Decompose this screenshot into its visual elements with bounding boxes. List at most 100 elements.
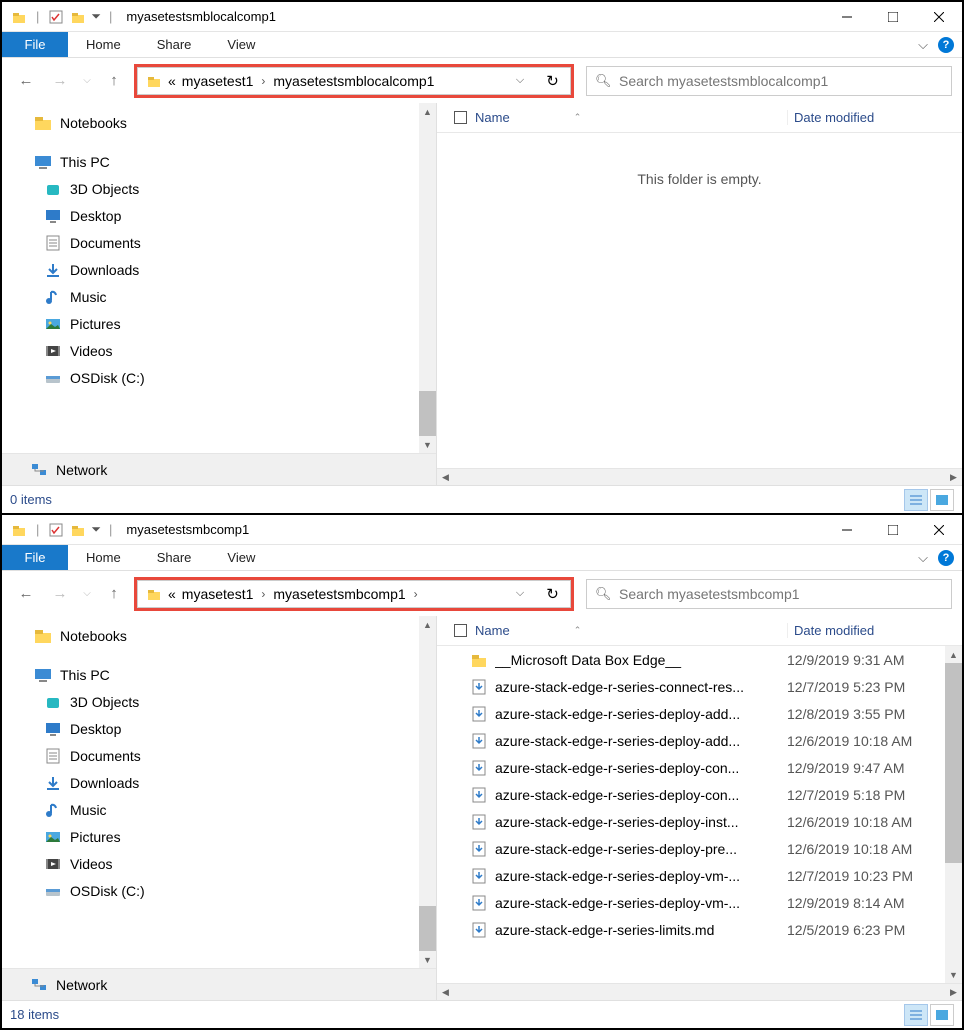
file-tab[interactable]: File: [2, 545, 68, 570]
sidebar-item-network[interactable]: Network: [2, 453, 436, 485]
sidebar-item-documents[interactable]: Documents: [2, 229, 436, 256]
file-row[interactable]: azure-stack-edge-r-series-deploy-con...1…: [437, 781, 962, 808]
breadcrumb-part[interactable]: myasetest1: [182, 586, 254, 602]
ribbon-expand-icon[interactable]: ⌵: [914, 546, 932, 570]
scroll-left-icon[interactable]: ◀: [437, 472, 454, 483]
sidebar-item-music[interactable]: Music: [2, 796, 436, 823]
content-hscrollbar[interactable]: ◀ ▶: [437, 983, 962, 1000]
breadcrumb-part[interactable]: myasetest1: [182, 73, 254, 89]
chevron-right-icon[interactable]: ›: [259, 74, 267, 88]
file-row[interactable]: azure-stack-edge-r-series-deploy-add...1…: [437, 700, 962, 727]
sidebar-item-network[interactable]: Network: [2, 968, 436, 1000]
file-row[interactable]: azure-stack-edge-r-series-deploy-vm-...1…: [437, 862, 962, 889]
scroll-right-icon[interactable]: ▶: [945, 987, 962, 998]
breadcrumb-part[interactable]: myasetestsmblocalcomp1: [273, 73, 434, 89]
back-button[interactable]: ←: [12, 580, 40, 608]
sidebar-item-desktop[interactable]: Desktop: [2, 715, 436, 742]
minimize-button[interactable]: [824, 515, 870, 545]
sidebar-item-downloads[interactable]: Downloads: [2, 256, 436, 283]
properties-icon[interactable]: [47, 521, 65, 539]
column-date[interactable]: Date modified: [787, 623, 962, 638]
sidebar-scrollbar[interactable]: ▲ ▼: [419, 616, 436, 968]
file-row[interactable]: azure-stack-edge-r-series-deploy-vm-...1…: [437, 889, 962, 916]
sidebar-item-documents[interactable]: Documents: [2, 742, 436, 769]
address-bar[interactable]: « myasetest1 › myasetestsmbcomp1 › ⌵ ↻: [134, 577, 574, 611]
content-hscrollbar[interactable]: ◀ ▶: [437, 468, 962, 485]
file-row[interactable]: azure-stack-edge-r-series-deploy-add...1…: [437, 727, 962, 754]
sidebar-scrollbar[interactable]: ▲ ▼: [419, 103, 436, 453]
search-input[interactable]: [619, 73, 943, 89]
close-button[interactable]: [916, 515, 962, 545]
file-row[interactable]: azure-stack-edge-r-series-deploy-inst...…: [437, 808, 962, 835]
scroll-up-icon[interactable]: ▲: [419, 616, 436, 633]
qat-dropdown-icon[interactable]: ⏷: [91, 9, 101, 24]
sidebar-item-pictures[interactable]: Pictures: [2, 310, 436, 337]
select-all-checkbox[interactable]: [449, 111, 471, 124]
breadcrumb-prefix[interactable]: «: [168, 586, 176, 602]
address-history-button[interactable]: ⌵: [505, 580, 535, 608]
scroll-right-icon[interactable]: ▶: [945, 472, 962, 483]
back-button[interactable]: ←: [12, 67, 40, 95]
recent-locations-button[interactable]: ⌵: [80, 67, 94, 95]
tab-view[interactable]: View: [209, 32, 273, 57]
sidebar-item-notebooks[interactable]: Notebooks: [2, 622, 436, 649]
forward-button[interactable]: →: [46, 67, 74, 95]
address-bar[interactable]: « myasetest1 › myasetestsmblocalcomp1 ⌵ …: [134, 64, 574, 98]
file-row[interactable]: azure-stack-edge-r-series-connect-res...…: [437, 673, 962, 700]
scroll-left-icon[interactable]: ◀: [437, 987, 454, 998]
sidebar-item-videos[interactable]: Videos: [2, 850, 436, 877]
folder-icon[interactable]: [69, 8, 87, 26]
tab-share[interactable]: Share: [139, 545, 210, 570]
refresh-button[interactable]: ↻: [535, 580, 571, 608]
column-date[interactable]: Date modified: [787, 110, 962, 125]
scroll-up-icon[interactable]: ▲: [419, 103, 436, 120]
sidebar-item-music[interactable]: Music: [2, 283, 436, 310]
column-name[interactable]: Name⌃: [471, 623, 787, 638]
scroll-down-icon[interactable]: ▼: [945, 966, 962, 983]
sidebar-item-osdisk[interactable]: OSDisk (C:): [2, 877, 436, 904]
help-icon[interactable]: ?: [938, 550, 954, 566]
file-tab[interactable]: File: [2, 32, 68, 57]
chevron-right-icon[interactable]: ›: [412, 587, 420, 601]
ribbon-expand-icon[interactable]: ⌵: [914, 33, 932, 57]
help-icon[interactable]: ?: [938, 37, 954, 53]
search-box[interactable]: 🔍︎: [586, 579, 952, 609]
sidebar-item-osdisk[interactable]: OSDisk (C:): [2, 364, 436, 391]
scroll-thumb[interactable]: [419, 906, 436, 951]
maximize-button[interactable]: [870, 2, 916, 32]
sidebar-item-3d-objects[interactable]: 3D Objects: [2, 175, 436, 202]
sidebar-item-notebooks[interactable]: Notebooks: [2, 109, 436, 136]
chevron-right-icon[interactable]: ›: [259, 587, 267, 601]
scroll-down-icon[interactable]: ▼: [419, 951, 436, 968]
thumbnails-view-button[interactable]: [930, 1004, 954, 1026]
file-row[interactable]: azure-stack-edge-r-series-limits.md12/5/…: [437, 916, 962, 943]
refresh-button[interactable]: ↻: [535, 67, 571, 95]
scroll-thumb[interactable]: [945, 663, 962, 863]
qat-dropdown-icon[interactable]: ⏷: [91, 522, 101, 537]
select-all-checkbox[interactable]: [449, 624, 471, 637]
scroll-down-icon[interactable]: ▼: [419, 436, 436, 453]
tab-view[interactable]: View: [209, 545, 273, 570]
file-list[interactable]: __Microsoft Data Box Edge__12/9/2019 9:3…: [437, 646, 962, 983]
file-row[interactable]: azure-stack-edge-r-series-deploy-pre...1…: [437, 835, 962, 862]
file-row[interactable]: azure-stack-edge-r-series-deploy-con...1…: [437, 754, 962, 781]
tab-home[interactable]: Home: [68, 545, 139, 570]
column-name[interactable]: Name⌃: [471, 110, 787, 125]
properties-icon[interactable]: [47, 8, 65, 26]
sidebar-item-this-pc[interactable]: This PC: [2, 148, 436, 175]
scroll-up-icon[interactable]: ▲: [945, 646, 962, 663]
details-view-button[interactable]: [904, 489, 928, 511]
breadcrumb-prefix[interactable]: «: [168, 73, 176, 89]
folder-icon[interactable]: [69, 521, 87, 539]
sidebar-item-desktop[interactable]: Desktop: [2, 202, 436, 229]
search-box[interactable]: 🔍︎: [586, 66, 952, 96]
file-row[interactable]: __Microsoft Data Box Edge__12/9/2019 9:3…: [437, 646, 962, 673]
minimize-button[interactable]: [824, 2, 870, 32]
up-button[interactable]: ↑: [100, 580, 128, 608]
forward-button[interactable]: →: [46, 580, 74, 608]
sidebar-item-3d-objects[interactable]: 3D Objects: [2, 688, 436, 715]
address-history-button[interactable]: ⌵: [505, 67, 535, 95]
breadcrumb-part[interactable]: myasetestsmbcomp1: [273, 586, 405, 602]
search-input[interactable]: [619, 586, 943, 602]
thumbnails-view-button[interactable]: [930, 489, 954, 511]
